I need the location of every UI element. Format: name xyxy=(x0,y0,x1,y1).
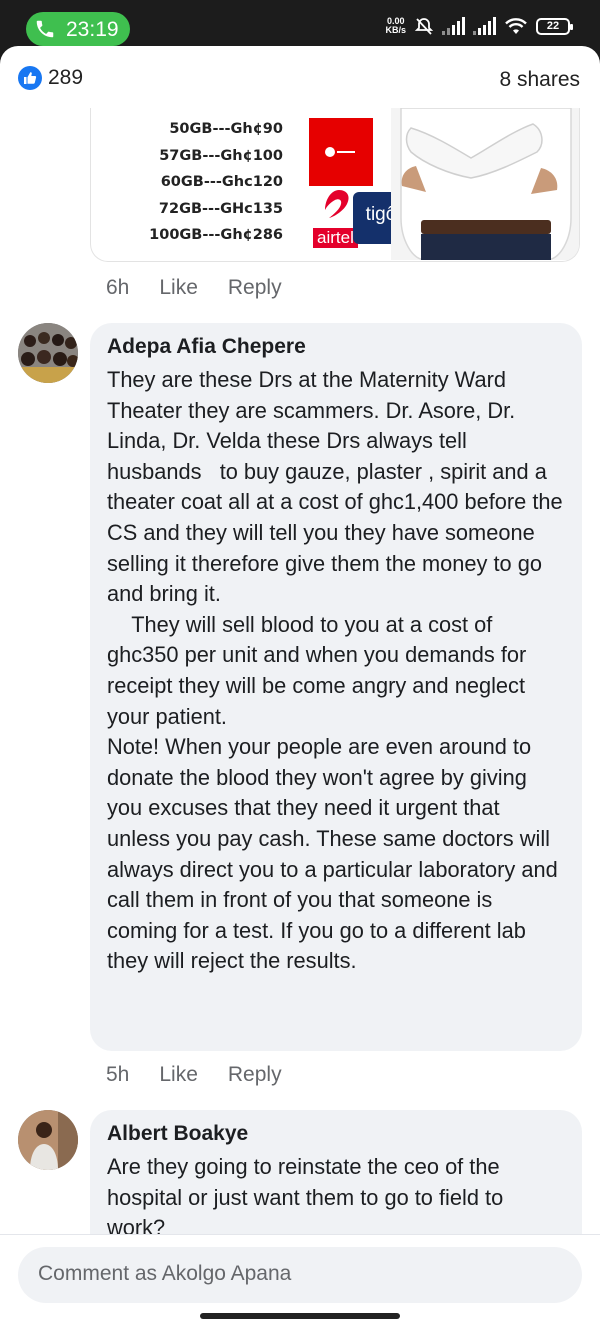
price-line: 57GB---Gh¢100 xyxy=(159,147,283,164)
comment-timestamp: 6h xyxy=(106,276,130,299)
like-button[interactable]: Like xyxy=(159,276,198,300)
wifi-icon xyxy=(505,18,527,34)
price-list: 50GB---Gh¢90 57GB---Gh¢100 60GB---Ghc120… xyxy=(121,116,283,249)
comment-bubble[interactable]: Adepa Afia Chepere They are these Drs at… xyxy=(90,323,582,1051)
person-avatar-icon xyxy=(18,1110,78,1170)
avatar[interactable] xyxy=(18,323,78,383)
avatar[interactable] xyxy=(18,1110,78,1170)
shares-count[interactable]: 8 shares xyxy=(499,68,580,92)
phone-call-icon xyxy=(36,20,54,38)
clock: 23:19 xyxy=(66,18,119,41)
comment-author[interactable]: Adepa Afia Chepere xyxy=(107,335,564,359)
comment-composer-bar: Comment as Akolgo Apana xyxy=(0,1234,600,1336)
vodafone-logo xyxy=(309,118,373,186)
reply-button[interactable]: Reply xyxy=(228,1063,282,1087)
comment-timestamp: 5h xyxy=(106,1063,130,1086)
home-indicator[interactable] xyxy=(200,1313,400,1319)
comment-actions: 5h Like Reply xyxy=(106,1063,282,1087)
comments-sheet: 289 8 shares 50GB---Gh¢90 57GB---Gh¢100 … xyxy=(0,46,600,1336)
price-line: 60GB---Ghc120 xyxy=(160,174,283,190)
comment-input[interactable]: Comment as Akolgo Apana xyxy=(18,1247,582,1303)
price-line: 100GB---Gh¢286 xyxy=(149,227,283,243)
like-button[interactable]: Like xyxy=(159,1063,198,1087)
price-line: 72GB---GHc135 xyxy=(158,200,283,217)
status-bar: 23:19 0.00 KB/s 22 xyxy=(0,0,600,46)
ongoing-call-indicator[interactable]: 23:19 xyxy=(26,12,130,46)
price-line: 50GB---Gh¢90 xyxy=(169,121,283,137)
network-speed-unit: KB/s xyxy=(385,25,406,35)
comment-text: Are they going to reinstate the ceo of t… xyxy=(107,1154,510,1241)
status-icons: 0.00 KB/s 22 xyxy=(385,14,573,38)
comment-author[interactable]: Albert Boakye xyxy=(107,1122,564,1146)
comment-actions: 6h Like Reply xyxy=(106,276,282,300)
man-in-shirt-photo xyxy=(391,108,579,260)
group-photo-avatar-icon xyxy=(18,323,78,383)
battery-icon: 22 xyxy=(536,17,573,35)
mute-icon xyxy=(414,18,434,35)
comment-attachment-image[interactable]: 50GB---Gh¢90 57GB---Gh¢100 60GB---Ghc120… xyxy=(90,108,580,262)
airtel-text: airtel xyxy=(313,228,358,248)
reaction-count: 289 xyxy=(48,66,84,89)
network-speed: 0.00 KB/s xyxy=(385,17,406,35)
signal-icon xyxy=(442,17,465,35)
reactions-summary[interactable]: 289 xyxy=(18,66,83,90)
signal-icon xyxy=(473,17,496,35)
comment-text: They are these Drs at the Maternity Ward… xyxy=(107,367,563,974)
like-reaction-icon xyxy=(18,66,42,90)
reply-button[interactable]: Reply xyxy=(228,276,282,300)
